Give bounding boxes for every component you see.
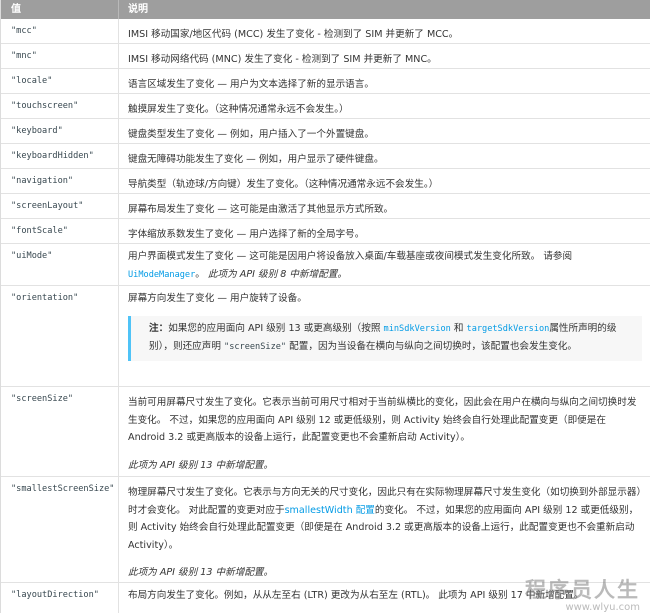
table-row-layoutdirection: "layoutDirection" 布局方向发生了变化。例如，从从左至右 (LT…: [1, 583, 650, 613]
table-row: "touchscreen" 触摸屏发生了变化。（这种情况通常永远不会发生。）: [1, 94, 650, 119]
table-row: "locale" 语言区域发生了变化 — 用户为文本选择了新的显示语言。: [1, 69, 650, 94]
row-key: "orientation": [1, 286, 119, 386]
table-row-orientation: "orientation" 屏幕方向发生了变化 — 用户旋转了设备。 注：如果您…: [1, 286, 650, 387]
row-description: 当前可用屏幕尺寸发生了变化。它表示当前可用尺寸相对于当前纵横比的变化，因此会在用…: [119, 387, 650, 476]
row-description: 屏幕布局发生了变化 — 这可能是由激活了其他显示方式所致。: [128, 204, 394, 215]
orientation-desc: 屏幕方向发生了变化 — 用户旋转了设备。: [128, 293, 307, 304]
header-description: 说明: [128, 4, 148, 15]
row-key: "screenLayout": [1, 194, 119, 218]
orientation-note: 注：如果您的应用面向 API 级别 13 或更高级别（按照 minSdkVers…: [128, 315, 642, 361]
minsdkversion-link[interactable]: minSdkVersion: [384, 324, 451, 334]
screensize-added-note: 此项为 API 级别 13 中新增配置。: [128, 459, 274, 471]
table-row-uimode: "uiMode" 用户界面模式发生了变化 — 这可能是因用户将设备放入桌面/车载…: [1, 244, 650, 286]
table-row-screensize: "screenSize" 当前可用屏幕尺寸发生了变化。它表示当前可用尺寸相对于当…: [1, 387, 650, 477]
row-description: 键盘类型发生了变化 — 例如，用户插入了一个外置键盘。: [128, 129, 374, 140]
screensize-code: "screenSize": [224, 341, 287, 352]
table-row: "screenLayout" 屏幕布局发生了变化 — 这可能是由激活了其他显示方…: [1, 194, 650, 219]
table-row: "mcc" IMSI 移动国家/地区代码 (MCC) 发生了变化 - 检测到了 …: [1, 19, 650, 44]
table-row: "fontScale" 字体缩放系数发生了变化 — 用户选择了新的全局字号。: [1, 219, 650, 244]
row-key: "keyboard": [1, 119, 119, 143]
smallestwidth-link[interactable]: smallestWidth 配置: [285, 505, 375, 516]
row-description: IMSI 移动网络代码 (MNC) 发生了变化 - 检测到了 SIM 并更新了 …: [128, 54, 437, 65]
table-row: "mnc" IMSI 移动网络代码 (MNC) 发生了变化 - 检测到了 SIM…: [1, 44, 650, 69]
row-description: 导航类型（轨迹球/方向键）发生了变化。（这种情况通常永远不会发生。）: [128, 179, 439, 190]
uimode-desc: 用户界面模式发生了变化 — 这可能是因用户将设备放入桌面/车载基座或夜间模式发生…: [128, 251, 573, 262]
row-key: "smallestScreenSize": [1, 477, 119, 582]
row-description: 语言区域发生了变化 — 用户为文本选择了新的显示语言。: [128, 79, 374, 90]
table-row-smallestscreensize: "smallestScreenSize" 物理屏幕尺寸发生了变化。它表示与方向无…: [1, 477, 650, 583]
screensize-desc: 当前可用屏幕尺寸发生了变化。它表示当前可用尺寸相对于当前纵横比的变化，因此会在用…: [128, 397, 637, 443]
row-description: 用户界面模式发生了变化 — 这可能是因用户将设备放入桌面/车载基座或夜间模式发生…: [128, 251, 573, 280]
row-description: 键盘无障碍功能发生了变化 — 例如，用户显示了硬件键盘。: [128, 154, 384, 165]
note-and: 和: [453, 322, 464, 334]
header-value: 值: [1, 0, 119, 19]
row-key: "navigation": [1, 169, 119, 193]
note-text-1: 如果您的应用面向 API 级别 13 或更高级别（按照: [168, 322, 381, 334]
row-description: 物理屏幕尺寸发生了变化。它表示与方向无关的尺寸变化，因此只有在实际物理屏幕尺寸发…: [119, 477, 650, 582]
smallest-added-note: 此项为 API 级别 13 中新增配置。: [128, 567, 274, 578]
table-row: "keyboardHidden" 键盘无障碍功能发生了变化 — 例如，用户显示了…: [1, 144, 650, 169]
table-header: 值 说明: [1, 0, 650, 19]
row-key: "mnc": [1, 44, 119, 68]
row-description: 屏幕方向发生了变化 — 用户旋转了设备。 注：如果您的应用面向 API 级别 1…: [119, 286, 650, 386]
row-key: "fontScale": [1, 219, 119, 243]
row-description: 布局方向发生了变化。例如，从从左至右 (LTR) 更改为从右至左 (RTL)。 …: [128, 590, 584, 601]
targetsdkversion-link[interactable]: targetSdkVersion: [467, 324, 550, 334]
note-text-3: 配置，因为当设备在横向与纵向之间切换时，该配置也会发生变化。: [289, 340, 577, 352]
note-label: 注：: [149, 322, 169, 334]
row-key: "locale": [1, 69, 119, 93]
config-changes-table: 值 说明 "mcc" IMSI 移动国家/地区代码 (MCC) 发生了变化 - …: [0, 0, 650, 613]
row-key: "layoutDirection": [1, 583, 119, 613]
row-key: "screenSize": [1, 387, 119, 476]
row-description: IMSI 移动国家/地区代码 (MCC) 发生了变化 - 检测到了 SIM 并更…: [128, 29, 459, 40]
row-key: "touchscreen": [1, 94, 119, 118]
uimodemanager-link[interactable]: UiModeManager: [128, 270, 195, 280]
row-key: "keyboardHidden": [1, 144, 119, 168]
table-row: "navigation" 导航类型（轨迹球/方向键）发生了变化。（这种情况通常永…: [1, 169, 650, 194]
row-key: "mcc": [1, 19, 119, 43]
row-description: 字体缩放系数发生了变化 — 用户选择了新的全局字号。: [128, 229, 365, 240]
table-row: "keyboard" 键盘类型发生了变化 — 例如，用户插入了一个外置键盘。: [1, 119, 650, 144]
uimode-added-note: 此项为 API 级别 8 中新增配置。: [207, 268, 347, 280]
row-description: 触摸屏发生了变化。（这种情况通常永远不会发生。）: [128, 104, 349, 115]
row-key: "uiMode": [1, 244, 119, 285]
